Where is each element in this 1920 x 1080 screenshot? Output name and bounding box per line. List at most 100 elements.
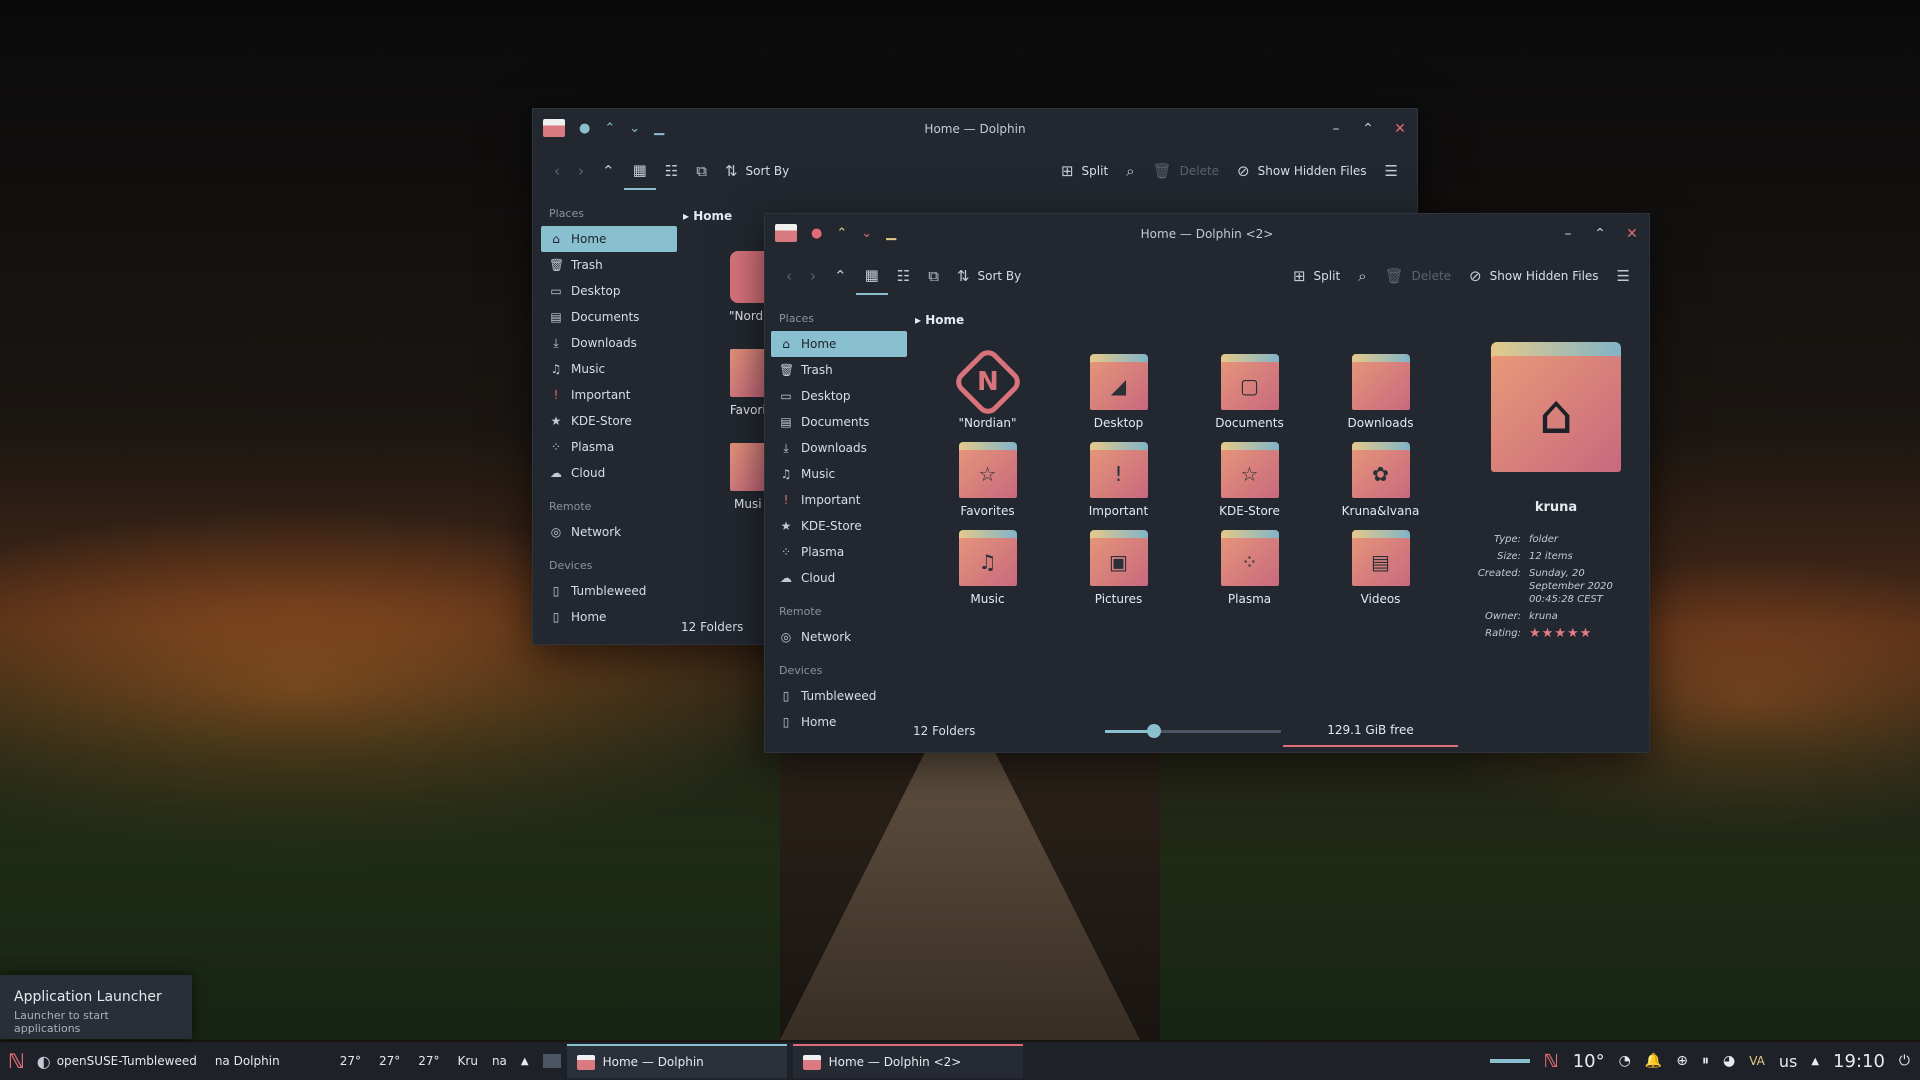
file-item[interactable]: ♫ Music xyxy=(922,530,1053,606)
notifications-icon[interactable]: 🔔 xyxy=(1645,1053,1662,1069)
show-hidden-button[interactable]: ⊘ Show Hidden Files xyxy=(1228,153,1376,189)
breadcrumb[interactable]: ▸ Home xyxy=(915,313,964,327)
compact-view-button[interactable]: ☷ xyxy=(888,258,919,294)
sidebar-item-tumbleweed[interactable]: ▯ Tumbleweed xyxy=(541,578,677,604)
menu-button[interactable]: ☰ xyxy=(1608,258,1639,294)
volume-icon[interactable]: ◕ xyxy=(1723,1053,1735,1069)
clock[interactable]: 19:10 xyxy=(1833,1051,1885,1072)
title-bar[interactable]: ● ⌃ ⌄ ▁ Home — Dolphin <2> – ⌃ ✕ xyxy=(765,214,1649,256)
sidebar-item-home[interactable]: ⌂ Home xyxy=(771,331,907,357)
back-button[interactable]: ‹ xyxy=(777,258,801,294)
breadcrumb[interactable]: ▸ Home xyxy=(683,209,732,223)
rating-star-icon[interactable]: ★ xyxy=(1529,626,1542,641)
sidebar-item-desktop[interactable]: ▭ Desktop xyxy=(541,278,677,304)
search-button[interactable]: ⌕ xyxy=(1349,258,1375,294)
rating-star-icon[interactable]: ★ xyxy=(1554,626,1567,641)
sidebar-item-home[interactable]: ▯ Home xyxy=(541,604,677,630)
desktop-pager-icon[interactable] xyxy=(542,1054,561,1068)
tray-expand-icon[interactable]: ▲ xyxy=(1811,1056,1819,1067)
sidebar-item-important[interactable]: ! Important xyxy=(771,487,907,513)
title-bar[interactable]: ● ⌃ ⌄ ▁ Home — Dolphin – ⌃ ✕ xyxy=(533,109,1417,151)
split-button[interactable]: ⊞ Split xyxy=(1284,258,1349,294)
pager-widget[interactable]: Kru na ▲ xyxy=(452,1042,567,1080)
task-home-dolphin[interactable]: Home — Dolphin xyxy=(566,1044,787,1078)
updates-icon[interactable]: ⊕ xyxy=(1676,1053,1688,1069)
sidebar-item-documents[interactable]: ▤ Documents xyxy=(541,304,677,330)
distro-widget[interactable]: ◐ openSUSE-Tumbleweed xyxy=(31,1042,203,1080)
sidebar-item-network[interactable]: ◎ Network xyxy=(771,624,907,650)
up-button[interactable]: ⌃ xyxy=(593,153,624,189)
file-item[interactable]: ☆ Favorites xyxy=(922,442,1053,518)
rating-star-icon[interactable]: ★ xyxy=(1542,626,1555,641)
power-icon[interactable]: ⏻ xyxy=(1899,1053,1910,1069)
weather-temp[interactable]: 10° xyxy=(1573,1051,1605,1072)
file-item[interactable]: ◢ Desktop xyxy=(1053,354,1184,430)
sidebar-item-plasma[interactable]: ⁘ Plasma xyxy=(541,434,677,460)
sidebar-item-desktop[interactable]: ▭ Desktop xyxy=(771,383,907,409)
file-item[interactable]: ! Important xyxy=(1053,442,1184,518)
breadcrumb-home[interactable]: Home xyxy=(925,313,964,327)
cpu-graph-icon[interactable] xyxy=(1489,1059,1530,1063)
file-item[interactable]: "Nordi xyxy=(729,251,767,323)
icons-view-button[interactable]: ▦ xyxy=(855,257,888,295)
forward-button[interactable]: › xyxy=(569,153,593,189)
sidebar-item-trash[interactable]: 🗑 Trash xyxy=(771,357,907,383)
maximize-icon[interactable]: ⌃ xyxy=(1593,226,1607,242)
rating-star-icon[interactable]: ★ xyxy=(1580,626,1593,641)
sort-by-button[interactable]: ⇅ Sort By xyxy=(716,153,798,189)
sidebar-item-kde-store[interactable]: ★ KDE-Store xyxy=(541,408,677,434)
sidebar-item-plasma[interactable]: ⁘ Plasma xyxy=(771,539,907,565)
close-icon[interactable]: ✕ xyxy=(1625,226,1639,242)
sidebar-item-important[interactable]: ! Important xyxy=(541,382,677,408)
sidebar-item-kde-store[interactable]: ★ KDE-Store xyxy=(771,513,907,539)
media-pause-icon[interactable]: ⏸ xyxy=(1702,1053,1709,1069)
zoom-slider[interactable] xyxy=(1105,724,1281,738)
maximize-icon[interactable]: ⌃ xyxy=(1361,121,1375,137)
keyboard-layout[interactable]: us xyxy=(1779,1052,1797,1071)
breadcrumb-home[interactable]: Home xyxy=(693,209,732,223)
file-item[interactable]: ▤ Videos xyxy=(1315,530,1446,606)
sidebar-item-downloads[interactable]: ⤓ Downloads xyxy=(541,330,677,356)
sidebar-item-music[interactable]: ♫ Music xyxy=(771,461,907,487)
dolphin-window-front[interactable]: ● ⌃ ⌄ ▁ Home — Dolphin <2> – ⌃ ✕ ‹ › ⌃ ▦… xyxy=(764,213,1650,753)
file-item[interactable]: ▣ Pictures xyxy=(1053,530,1184,606)
rating-stars[interactable]: ★★★★★ xyxy=(1529,627,1619,640)
close-icon[interactable]: ✕ xyxy=(1393,121,1407,137)
nordian-tray-icon[interactable]: ℕ xyxy=(1544,1051,1559,1072)
minimize-icon[interactable]: – xyxy=(1329,121,1343,137)
zoom-slider-handle[interactable] xyxy=(1147,724,1162,738)
task-home-dolphin-2[interactable]: Home — Dolphin <2> xyxy=(792,1044,1023,1078)
sidebar-item-home[interactable]: ▯ Home xyxy=(771,709,907,735)
delete-button[interactable]: 🗑 Delete xyxy=(1376,258,1460,294)
file-item[interactable]: Musi xyxy=(729,443,767,511)
sidebar-item-downloads[interactable]: ⤓ Downloads xyxy=(771,435,907,461)
file-item[interactable]: Downloads xyxy=(1315,354,1446,430)
rating-star-icon[interactable]: ★ xyxy=(1567,626,1580,641)
sidebar-item-home[interactable]: ⌂ Home xyxy=(541,226,677,252)
sidebar-item-network[interactable]: ◎ Network xyxy=(541,519,677,545)
sidebar-item-music[interactable]: ♫ Music xyxy=(541,356,677,382)
details-view-button[interactable]: ⧉ xyxy=(919,258,948,294)
application-launcher-button[interactable]: ℕ xyxy=(0,1042,31,1080)
file-item[interactable]: ▢ Documents xyxy=(1184,354,1315,430)
menu-button[interactable]: ☰ xyxy=(1376,153,1407,189)
sidebar-item-cloud[interactable]: ☁ Cloud xyxy=(771,565,907,591)
file-item[interactable]: ✿ Kruna&Ivana xyxy=(1315,442,1446,518)
forward-button[interactable]: › xyxy=(801,258,825,294)
sort-by-button[interactable]: ⇅ Sort By xyxy=(948,258,1030,294)
up-button[interactable]: ⌃ xyxy=(825,258,856,294)
search-button[interactable]: ⌕ xyxy=(1117,153,1143,189)
expand-arrow-icon[interactable]: ▲ xyxy=(521,1056,529,1067)
split-button[interactable]: ⊞ Split xyxy=(1052,153,1117,189)
minimize-icon[interactable]: – xyxy=(1561,226,1575,242)
sidebar-item-trash[interactable]: 🗑 Trash xyxy=(541,252,677,278)
file-item[interactable]: N "Nordian" xyxy=(922,345,1053,430)
free-space-indicator[interactable]: 129.1 GiB free xyxy=(1283,717,1458,747)
sidebar-item-documents[interactable]: ▤ Documents xyxy=(771,409,907,435)
show-hidden-button[interactable]: ⊘ Show Hidden Files xyxy=(1460,258,1608,294)
file-item[interactable]: ⁘ Plasma xyxy=(1184,530,1315,606)
file-item[interactable]: Favori xyxy=(729,349,767,417)
icons-view-button[interactable]: ▦ xyxy=(623,152,656,190)
back-button[interactable]: ‹ xyxy=(545,153,569,189)
delete-button[interactable]: 🗑 Delete xyxy=(1144,153,1228,189)
